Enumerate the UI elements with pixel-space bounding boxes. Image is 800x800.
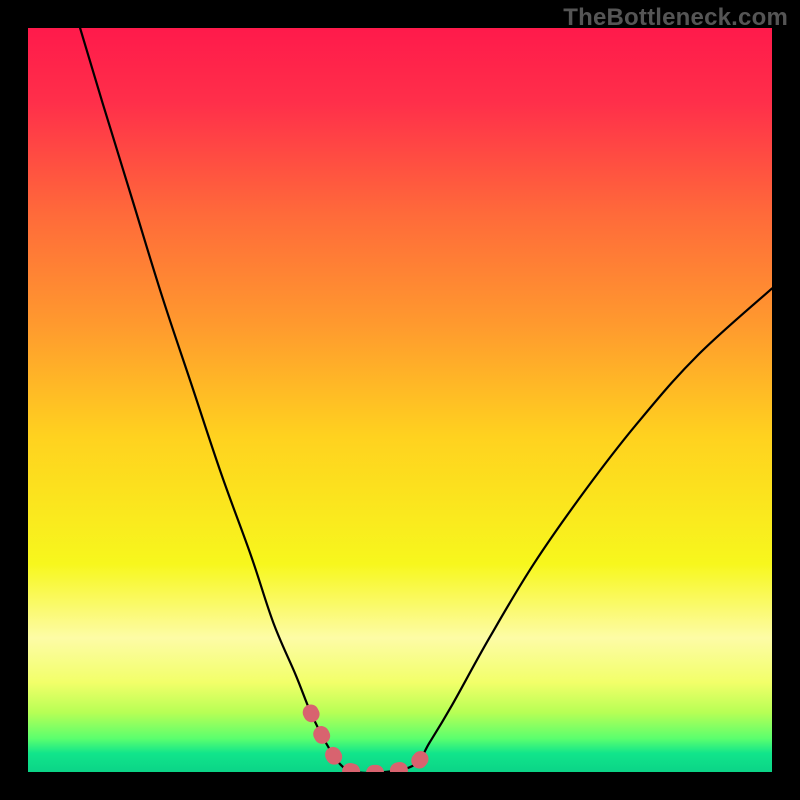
chart-svg [28,28,772,772]
chart-frame: TheBottleneck.com [0,0,800,800]
chart-background [28,28,772,772]
chart-plot-area [28,28,772,772]
